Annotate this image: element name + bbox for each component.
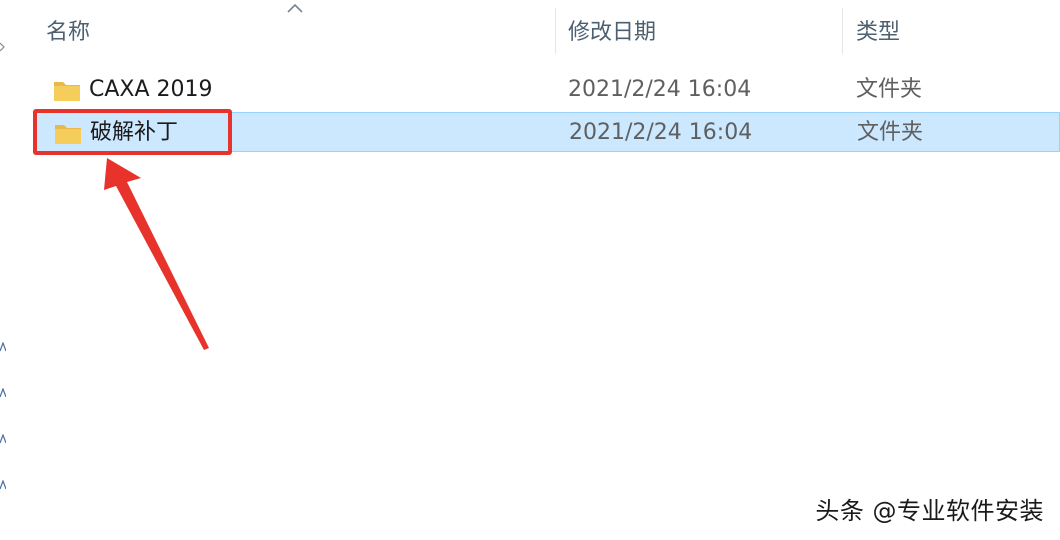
nav-pane-edge-mark bbox=[0, 342, 6, 352]
column-divider[interactable] bbox=[842, 8, 843, 54]
nav-pane-edge-mark bbox=[0, 480, 6, 490]
annotation-highlight-box bbox=[33, 109, 232, 155]
file-row[interactable]: CAXA 2019 2021/2/24 16:04 文件夹 bbox=[33, 70, 1060, 110]
column-header-type-label: 类型 bbox=[856, 20, 901, 45]
nav-pane-edge-mark bbox=[0, 42, 5, 52]
file-date: 2021/2/24 16:04 bbox=[569, 120, 753, 145]
file-type: 文件夹 bbox=[856, 77, 923, 102]
column-header-name-label: 名称 bbox=[46, 20, 91, 45]
column-header-type[interactable]: 类型 bbox=[856, 0, 1056, 60]
column-header-date[interactable]: 修改日期 bbox=[568, 0, 838, 60]
nav-pane-edge-mark bbox=[0, 434, 6, 444]
file-explorer-window: 名称 修改日期 类型 CAXA 2019 2021/2/24 16:04 文件夹 bbox=[0, 0, 1060, 540]
chevron-up-icon bbox=[287, 3, 303, 13]
column-header-date-label: 修改日期 bbox=[568, 20, 657, 45]
column-divider[interactable] bbox=[555, 8, 556, 54]
watermark-text: 头条 @专业软件安装 bbox=[815, 497, 1044, 525]
file-type: 文件夹 bbox=[857, 120, 924, 145]
nav-pane-edge-mark bbox=[0, 388, 6, 398]
file-name: CAXA 2019 bbox=[89, 77, 213, 102]
file-date: 2021/2/24 16:04 bbox=[568, 77, 752, 102]
folder-icon bbox=[54, 82, 80, 101]
column-header-bar: 名称 修改日期 类型 bbox=[0, 0, 1060, 60]
